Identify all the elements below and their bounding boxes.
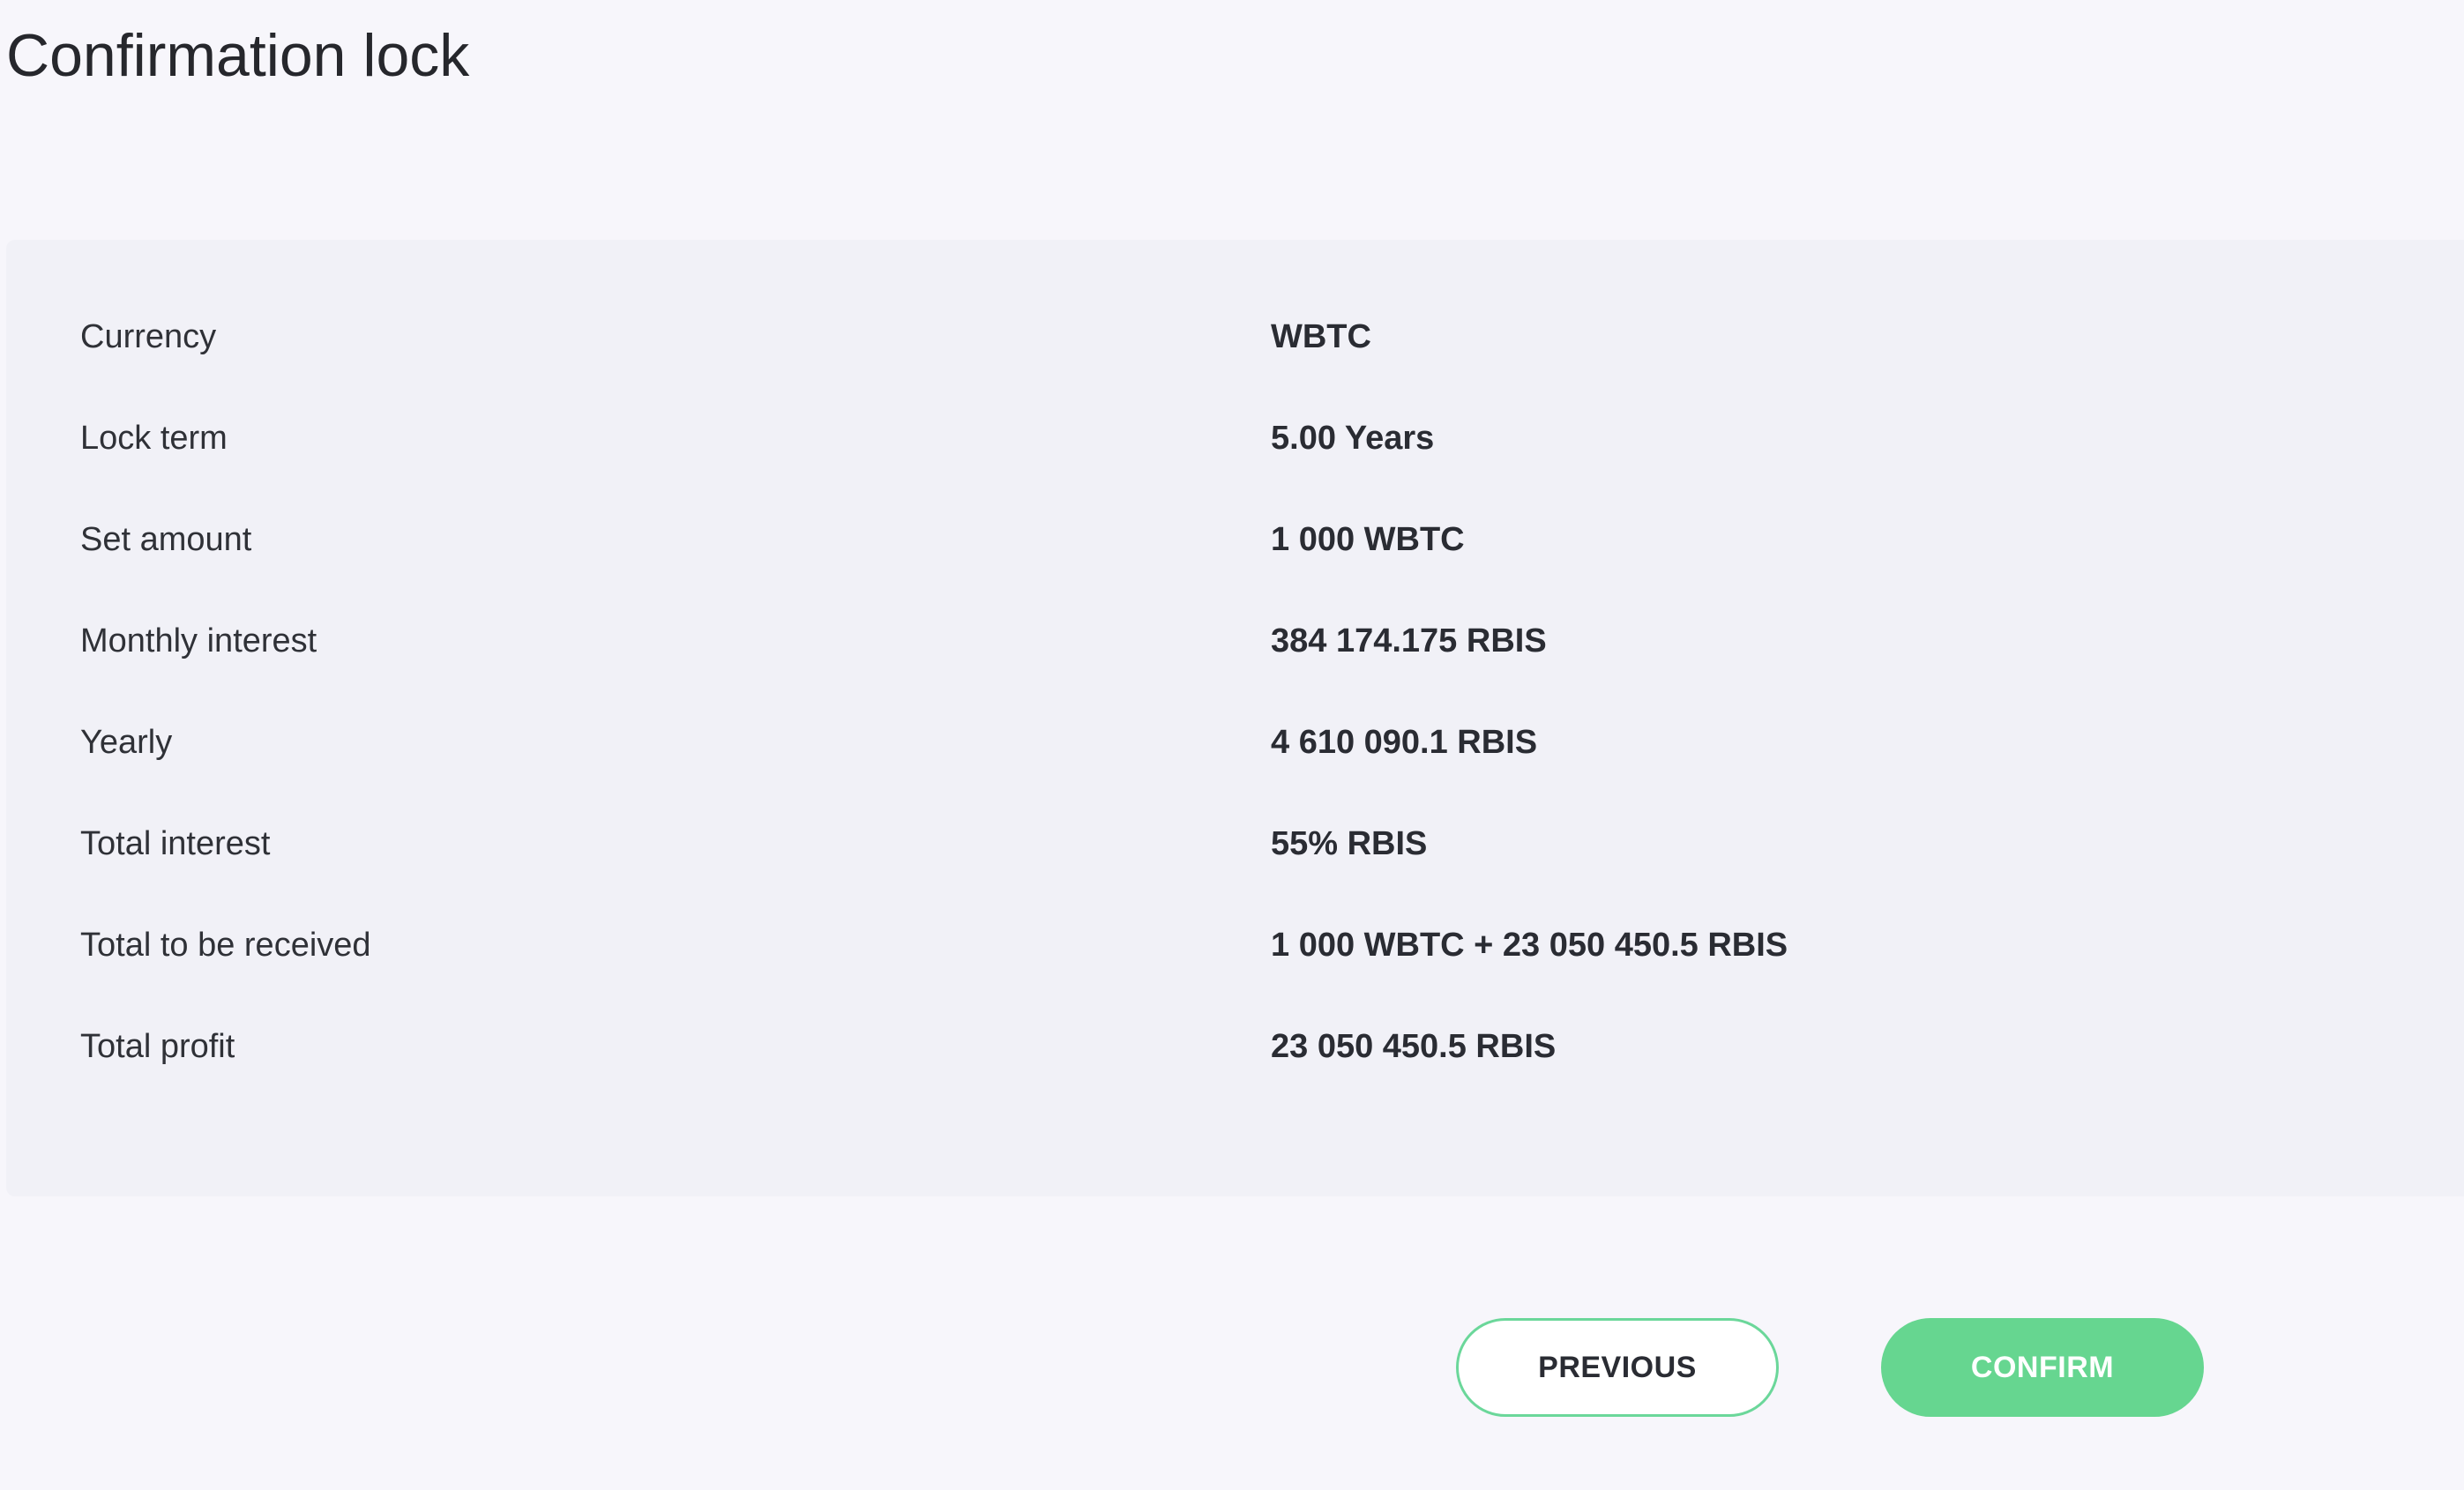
page-title: Confirmation lock bbox=[6, 22, 470, 89]
summary-row-total-profit: Total profit 23 050 450.5 RBIS bbox=[80, 1016, 2464, 1077]
row-value: WBTC bbox=[1271, 318, 1371, 355]
summary-row-set-amount: Set amount 1 000 WBTC bbox=[80, 509, 2464, 570]
row-label: Currency bbox=[80, 318, 217, 355]
row-value: 5.00 Years bbox=[1271, 420, 1435, 457]
row-label: Lock term bbox=[80, 420, 228, 457]
row-label: Set amount bbox=[80, 521, 252, 558]
confirm-button[interactable]: CONFIRM bbox=[1881, 1318, 2204, 1417]
row-label: Monthly interest bbox=[80, 622, 317, 659]
row-value: 4 610 090.1 RBIS bbox=[1271, 724, 1538, 761]
row-value: 55% RBIS bbox=[1271, 825, 1428, 862]
summary-row-monthly-interest: Monthly interest 384 174.175 RBIS bbox=[80, 610, 2464, 672]
summary-row-lock-term: Lock term 5.00 Years bbox=[80, 407, 2464, 469]
row-value: 384 174.175 RBIS bbox=[1271, 622, 1547, 659]
previous-button[interactable]: PREVIOUS bbox=[1456, 1318, 1779, 1417]
summary-row-total-interest: Total interest 55% RBIS bbox=[80, 813, 2464, 875]
summary-row-currency: Currency WBTC bbox=[80, 306, 2464, 368]
row-value: 1 000 WBTC bbox=[1271, 521, 1465, 558]
row-value: 1 000 WBTC + 23 050 450.5 RBIS bbox=[1271, 927, 1788, 964]
summary-panel: Currency WBTC Lock term 5.00 Years Set a… bbox=[6, 240, 2464, 1196]
summary-row-yearly: Yearly 4 610 090.1 RBIS bbox=[80, 711, 2464, 773]
row-label: Total profit bbox=[80, 1028, 235, 1065]
summary-row-total-received: Total to be received 1 000 WBTC + 23 050… bbox=[80, 914, 2464, 976]
row-label: Total interest bbox=[80, 825, 271, 862]
row-label: Yearly bbox=[80, 724, 173, 761]
row-value: 23 050 450.5 RBIS bbox=[1271, 1028, 1557, 1065]
row-label: Total to be received bbox=[80, 927, 371, 964]
